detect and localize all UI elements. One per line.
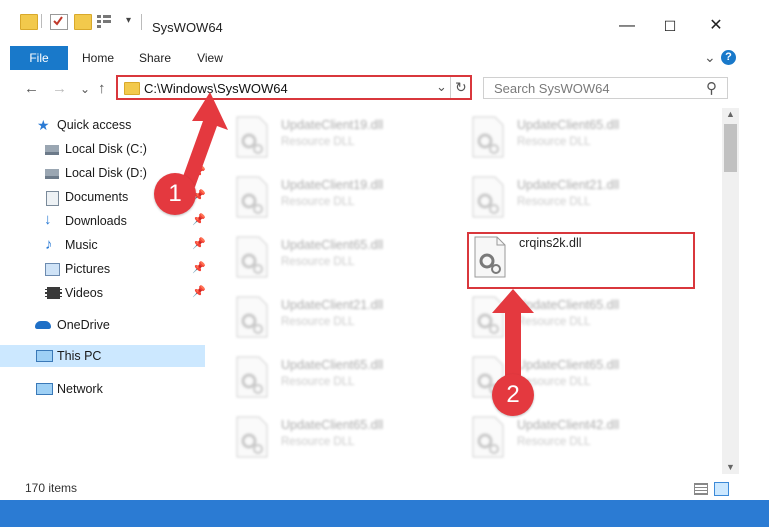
desktop-background: [0, 500, 769, 527]
step-2-badge: 2: [492, 374, 534, 416]
step-1-badge: 1: [154, 173, 196, 215]
arrow-to-file: [492, 289, 534, 376]
callout-arrows: [181, 92, 534, 376]
arrow-to-address-bar: [181, 92, 228, 187]
